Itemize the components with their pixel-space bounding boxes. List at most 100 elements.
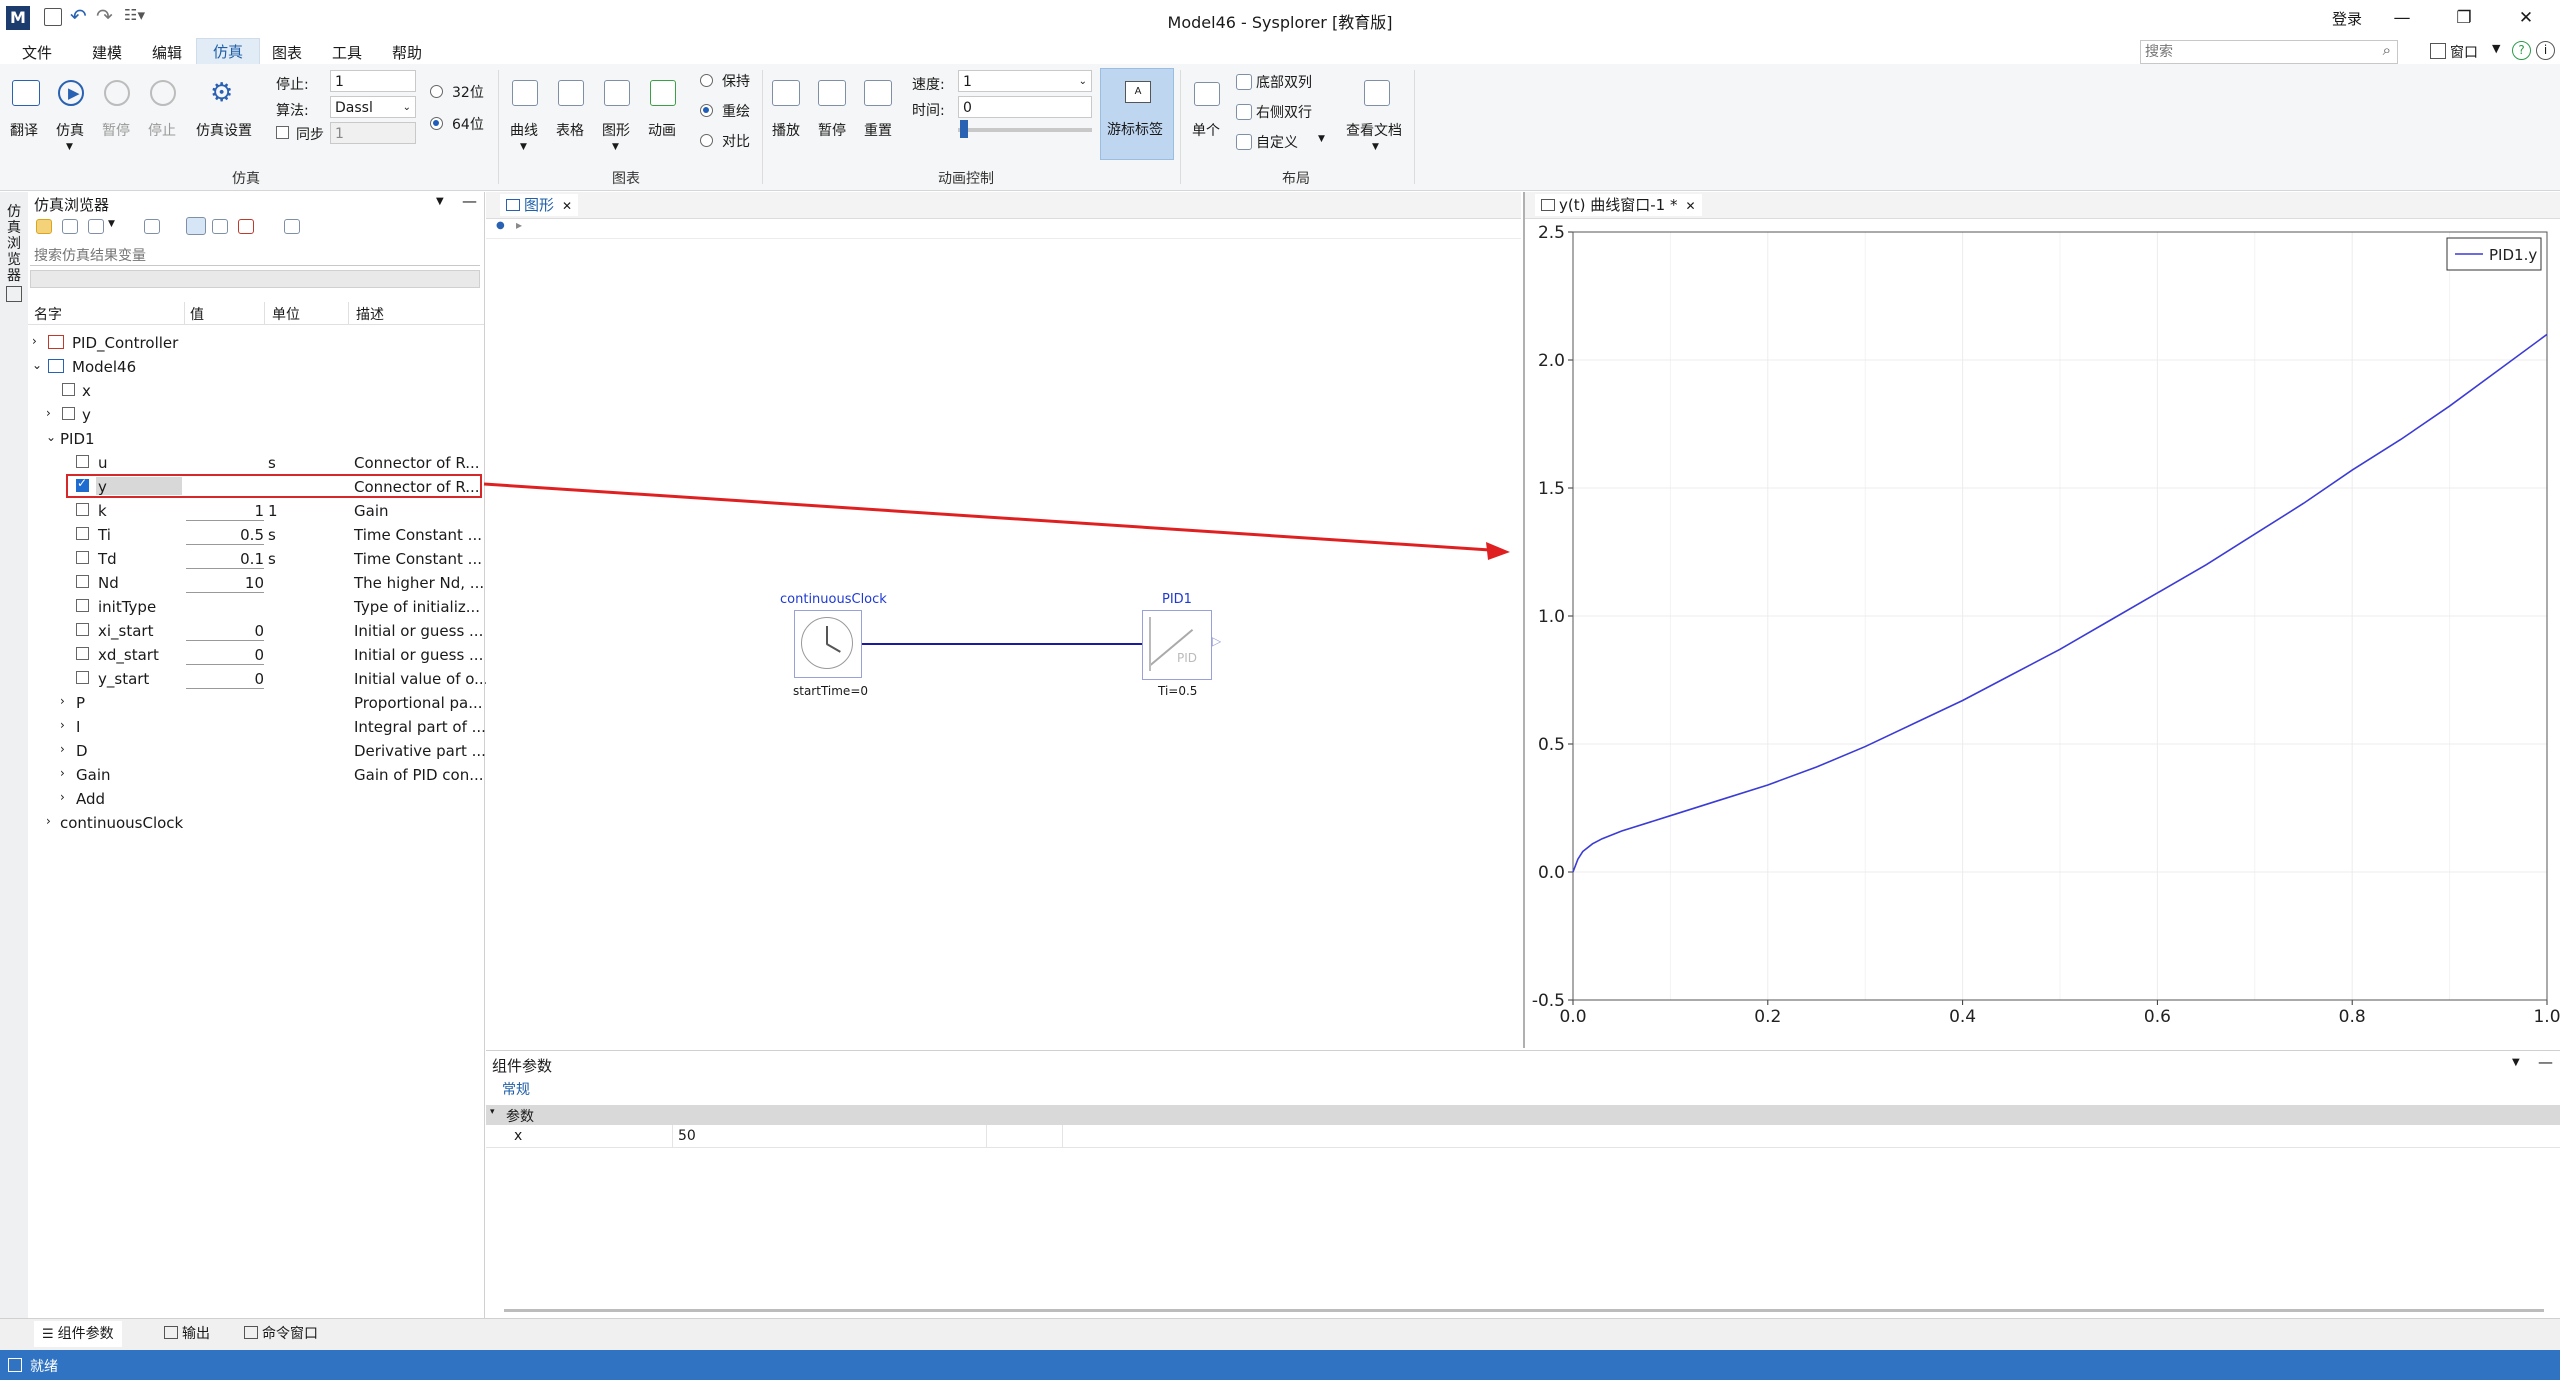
chevron-right-icon[interactable]: ›: [60, 718, 65, 732]
var-checkbox[interactable]: [76, 551, 89, 564]
chevron-down-icon[interactable]: ⌄: [32, 358, 42, 372]
simulate-icon[interactable]: ▶: [58, 80, 84, 106]
bottom-tab-output[interactable]: 输出: [156, 1321, 218, 1347]
var-checkbox[interactable]: [76, 575, 89, 588]
tree-item-value[interactable]: 10: [186, 574, 264, 593]
table-button[interactable]: 表格: [556, 120, 584, 140]
tree-row-pid1[interactable]: ⌄ PID1: [28, 426, 484, 450]
anim-pause-icon[interactable]: [818, 80, 846, 106]
col-unit[interactable]: 单位: [272, 304, 300, 324]
32bit-radio[interactable]: [430, 85, 443, 98]
tree-row-model46[interactable]: ⌄ Model46: [28, 354, 484, 378]
nav-forward-icon[interactable]: ▸: [516, 218, 522, 232]
filter-icon[interactable]: [186, 217, 206, 235]
tree-row-pid1-xd-start[interactable]: xd_start 0 Initial or guess ...: [28, 642, 484, 666]
menu-help[interactable]: 帮助: [392, 42, 422, 63]
menu-edit[interactable]: 编辑: [152, 42, 182, 63]
login-link[interactable]: 登录: [2332, 8, 2362, 29]
sim-settings-button[interactable]: 仿真设置: [196, 120, 252, 140]
dock-tab-icon[interactable]: [6, 286, 22, 302]
plot-var-icon[interactable]: [144, 219, 160, 234]
stop-button[interactable]: 停止: [148, 120, 176, 140]
tree-row-pid1-inittype[interactable]: initType Type of initializ...: [28, 594, 484, 618]
tree-row-pid1-nd[interactable]: Nd 10 The higher Nd, ...: [28, 570, 484, 594]
restore-icon[interactable]: ❐: [2452, 6, 2476, 30]
chevron-down-icon[interactable]: ▼: [66, 142, 73, 152]
chevron-down-icon[interactable]: ▼: [612, 142, 619, 152]
chevron-right-icon[interactable]: ›: [32, 334, 37, 348]
var-checkbox[interactable]: [76, 527, 89, 540]
window-icon[interactable]: [2430, 43, 2446, 59]
chevron-down-icon[interactable]: ▼: [520, 142, 527, 152]
chevron-down-icon[interactable]: ▼: [108, 219, 115, 229]
menu-tools[interactable]: 工具: [332, 42, 362, 63]
param-row[interactable]: x 50: [486, 1125, 2560, 1148]
var-checkbox[interactable]: [76, 599, 89, 612]
tree-row-pid1-add[interactable]: › Add: [28, 786, 484, 810]
bottom-two-cols-button[interactable]: 底部双列: [1256, 72, 1312, 92]
var-checkbox[interactable]: [76, 623, 89, 636]
sync-checkbox[interactable]: [276, 126, 289, 139]
var-checkbox[interactable]: [62, 383, 75, 396]
diagram-tab[interactable]: 图形 ✕: [500, 194, 579, 216]
algorithm-select[interactable]: Dassl ⌄: [330, 96, 416, 118]
chevron-down-icon[interactable]: ⌄: [46, 430, 56, 444]
tree-row-pid1-y-start[interactable]: y_start 0 Initial value of o...: [28, 666, 488, 690]
pause-icon[interactable]: [104, 80, 130, 106]
chevron-down-icon[interactable]: ▼: [1318, 134, 1325, 144]
chevron-right-icon[interactable]: ›: [60, 766, 65, 780]
plot-tab[interactable]: y(t) 曲线窗口-1 * ✕: [1535, 194, 1702, 216]
var-checkbox[interactable]: [76, 503, 89, 516]
browser-search-input[interactable]: [30, 246, 480, 266]
graph-icon[interactable]: [604, 80, 630, 106]
chevron-down-icon[interactable]: ▼: [2492, 42, 2500, 55]
col-desc[interactable]: 描述: [356, 304, 384, 324]
minimize-icon[interactable]: —: [2390, 6, 2414, 30]
pid-component[interactable]: PID: [1142, 610, 1212, 680]
info-icon[interactable]: i: [2536, 41, 2555, 60]
chevron-right-icon[interactable]: ›: [60, 694, 65, 708]
sort-icon[interactable]: [212, 219, 228, 234]
tree-item-value[interactable]: 0: [186, 670, 264, 689]
single-layout-button[interactable]: 单个: [1192, 120, 1220, 140]
bottom-tab-command-window[interactable]: 命令窗口: [236, 1321, 326, 1347]
waveform-icon[interactable]: [238, 219, 254, 234]
menu-simulation[interactable]: 仿真: [196, 38, 261, 64]
nav-home-icon[interactable]: ●: [496, 220, 505, 231]
tree-item-value[interactable]: 0.1: [186, 550, 264, 569]
close-tab-icon[interactable]: ✕: [1685, 199, 1695, 213]
chevron-right-icon[interactable]: ›: [60, 790, 65, 804]
save-result-icon[interactable]: [62, 219, 78, 234]
curve-button[interactable]: 曲线: [510, 120, 538, 140]
open-folder-icon[interactable]: [36, 219, 52, 234]
curve-icon[interactable]: [512, 80, 538, 106]
chevron-down-icon[interactable]: ▼: [436, 196, 444, 207]
col-name[interactable]: 名字: [34, 304, 62, 324]
time-slider-track[interactable]: [958, 128, 1092, 132]
window-menu[interactable]: 窗口: [2450, 42, 2478, 62]
minimize-panel-icon[interactable]: —: [2538, 1053, 2553, 1071]
table-icon[interactable]: [558, 80, 584, 106]
var-checkbox[interactable]: [62, 407, 75, 420]
search-input[interactable]: [2141, 41, 2367, 63]
params-section-header[interactable]: ▾ 参数: [486, 1105, 2560, 1125]
custom-layout-icon[interactable]: [1236, 134, 1252, 150]
var-checkbox[interactable]: [76, 647, 89, 660]
tree-row-pid1-td[interactable]: Td 0.1 s Time Constant ...: [28, 546, 484, 570]
tree-row-pid1-p[interactable]: › P Proportional pa...: [28, 690, 484, 714]
pause-button[interactable]: 暂停: [102, 120, 130, 140]
stop-time-input[interactable]: 1: [330, 70, 416, 92]
params-scrollbar[interactable]: [504, 1309, 2544, 1312]
clock-component[interactable]: [794, 610, 862, 678]
chevron-right-icon[interactable]: ›: [46, 814, 51, 828]
search-icon[interactable]: ⌕: [2383, 41, 2391, 59]
menu-modeling[interactable]: 建模: [92, 42, 122, 63]
redraw-radio[interactable]: [700, 104, 713, 117]
chevron-right-icon[interactable]: ›: [60, 742, 65, 756]
tree-row-x[interactable]: x: [28, 378, 484, 402]
close-tab-icon[interactable]: ✕: [562, 199, 572, 213]
anim-pause-button[interactable]: 暂停: [818, 120, 846, 140]
single-layout-icon[interactable]: [1194, 82, 1220, 106]
reset-icon[interactable]: [864, 80, 892, 106]
tree-row-pid1-ti[interactable]: Ti 0.5 s Time Constant ...: [28, 522, 484, 546]
